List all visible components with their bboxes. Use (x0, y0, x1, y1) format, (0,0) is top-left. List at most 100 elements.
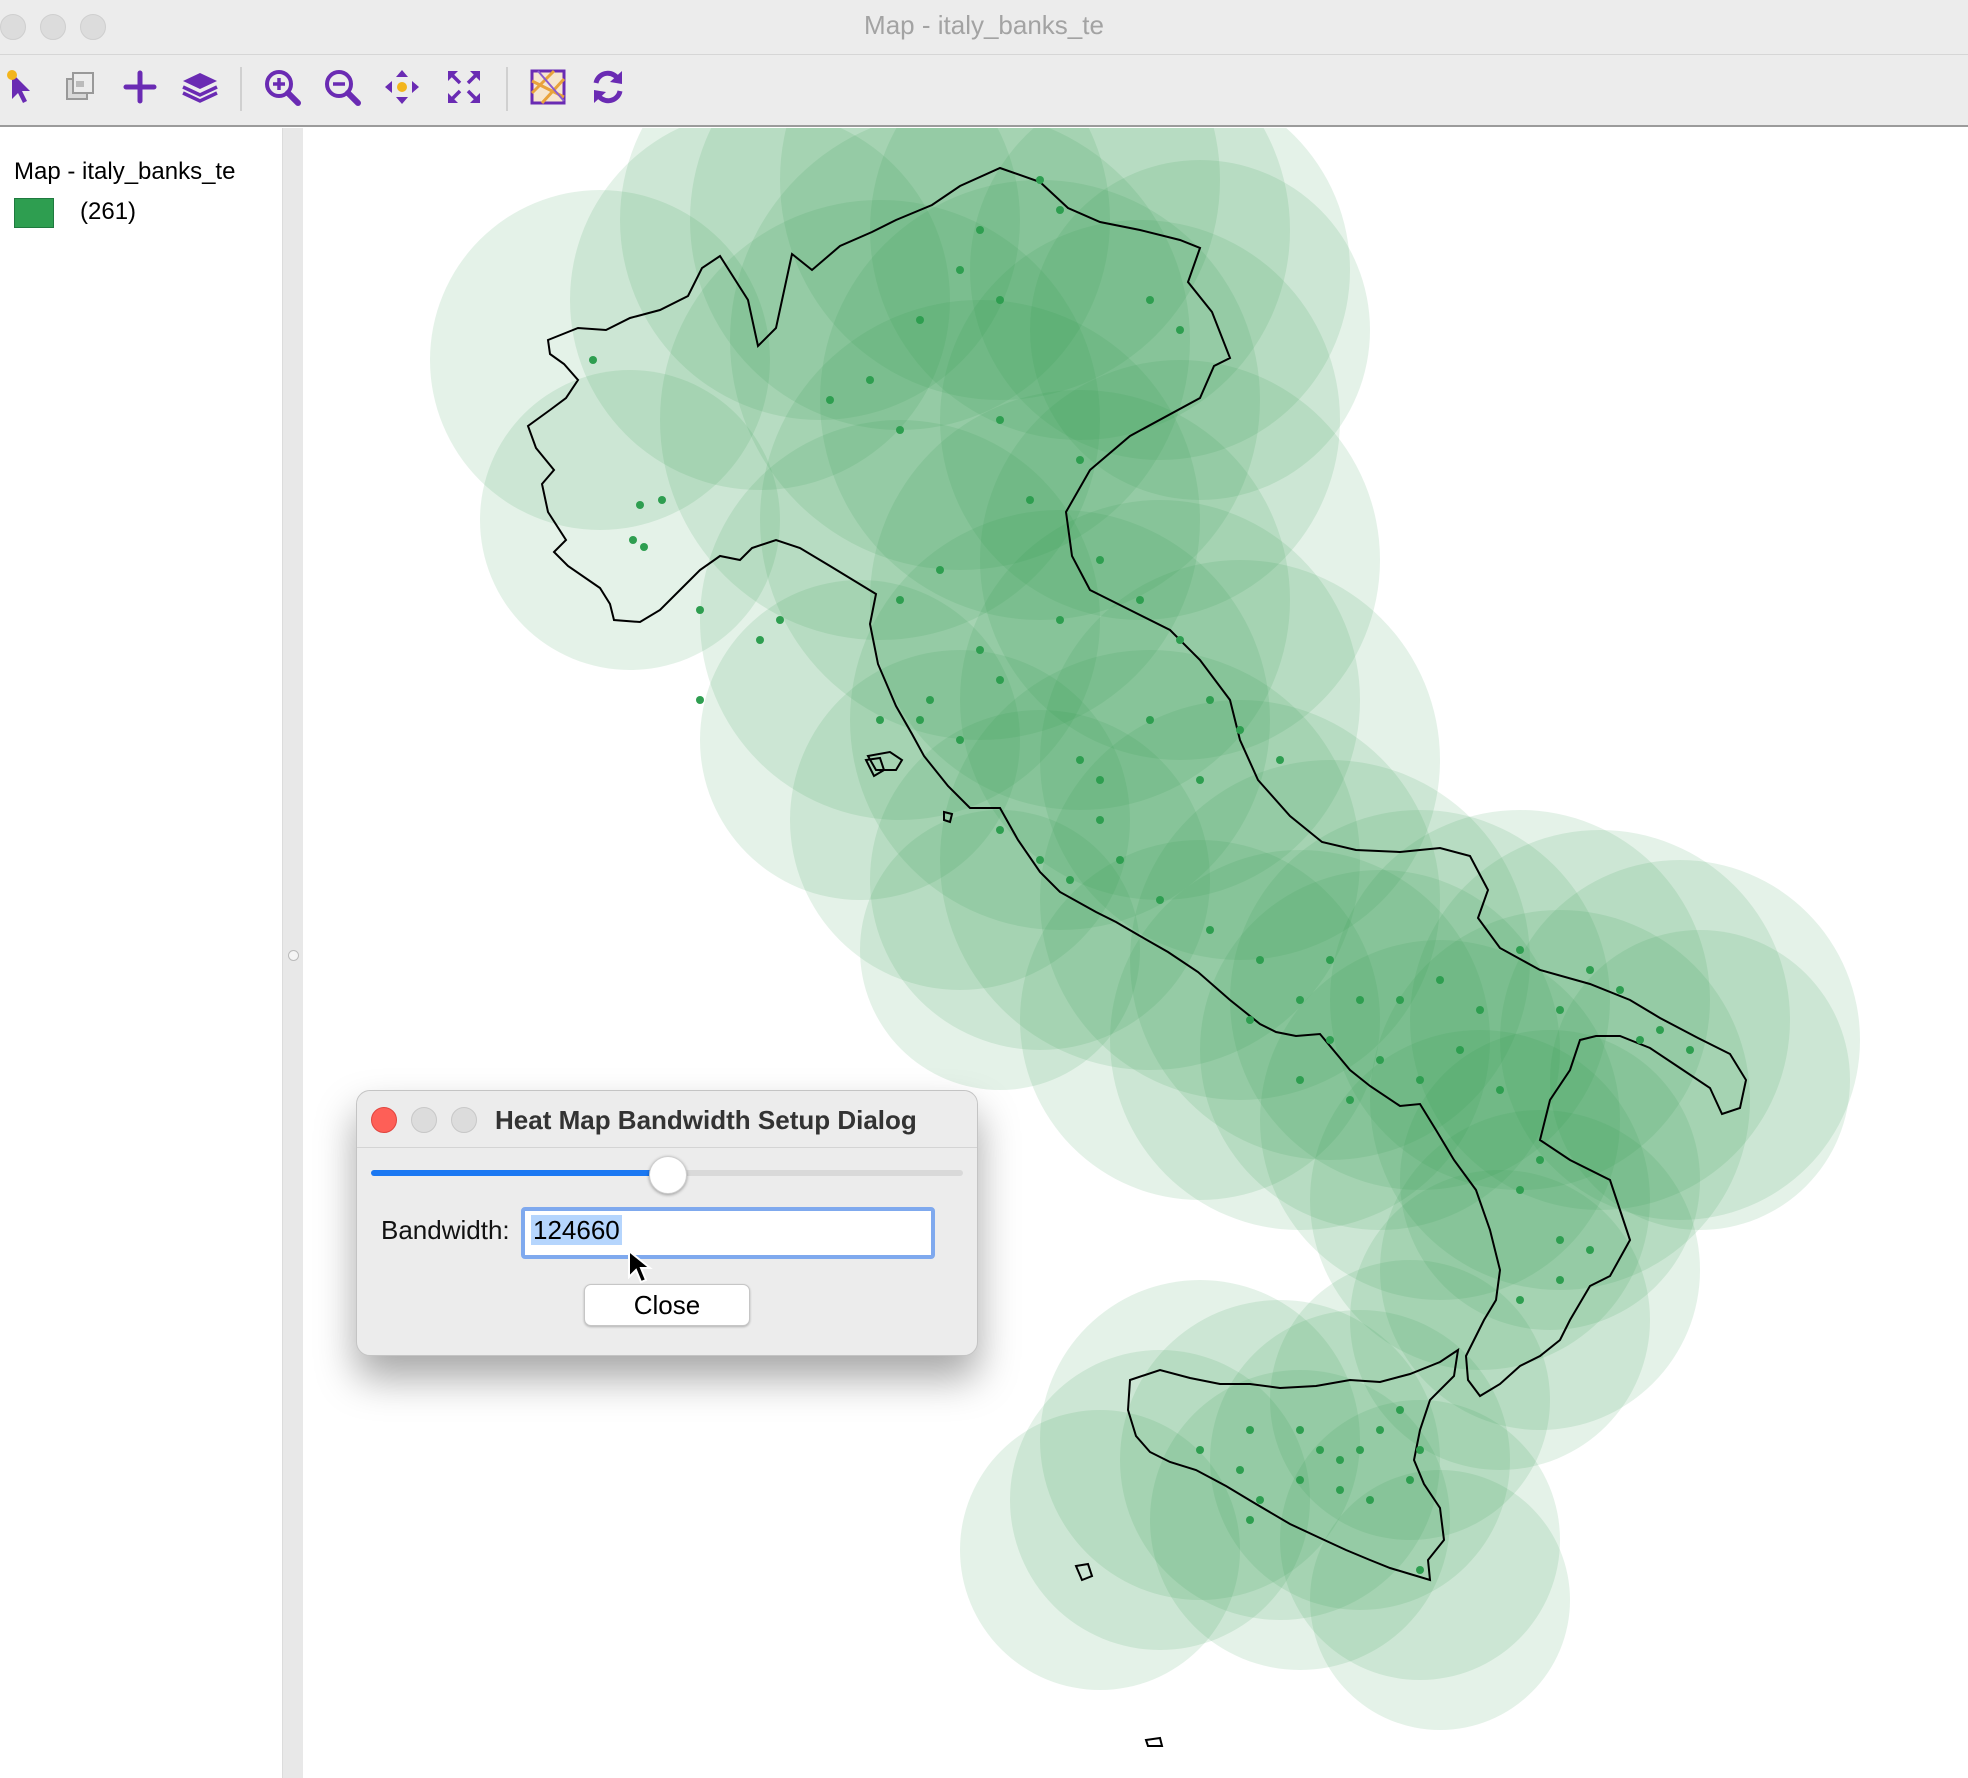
splitter-handle[interactable] (288, 950, 299, 961)
bandwidth-value: 124660 (531, 1215, 622, 1245)
basemap-button[interactable] (526, 65, 570, 109)
bank-point (1356, 996, 1364, 1004)
bank-point (1416, 1446, 1424, 1454)
copy-image-button[interactable] (58, 65, 102, 109)
bank-point (896, 426, 904, 434)
bank-point (1336, 1486, 1344, 1494)
pan-icon (385, 70, 419, 104)
bank-point (926, 696, 934, 704)
copy-image-icon (66, 72, 94, 100)
legend-pane: Map - italy_banks_te (261) (0, 128, 282, 1778)
bank-point (976, 226, 984, 234)
bank-point (589, 356, 597, 364)
bank-point (1066, 876, 1074, 884)
heat-kernel-circle (1400, 1030, 1700, 1330)
map-toolbar (0, 55, 1968, 127)
bank-point (996, 676, 1004, 684)
mouse-cursor-icon (628, 1249, 653, 1284)
map-canvas[interactable] (303, 128, 1968, 1778)
add-layer-button[interactable] (118, 65, 162, 109)
zoom-out-icon (325, 70, 361, 106)
bank-point (996, 296, 1004, 304)
bank-point (1196, 776, 1204, 784)
bank-point (1496, 1086, 1504, 1094)
bank-point (1096, 816, 1104, 824)
bank-point (1356, 1446, 1364, 1454)
bank-point (1416, 1076, 1424, 1084)
bank-point (1296, 1426, 1304, 1434)
bank-point (1326, 1036, 1334, 1044)
refresh-button[interactable] (586, 65, 630, 109)
layers-button[interactable] (178, 65, 222, 109)
bank-point (1076, 456, 1084, 464)
bank-point (1116, 856, 1124, 864)
bank-point (996, 826, 1004, 834)
legend-title: Map - italy_banks_te (14, 158, 236, 185)
bank-point (1236, 1466, 1244, 1474)
basemap-icon (530, 69, 566, 105)
dialog-close-light[interactable] (371, 1107, 397, 1133)
bank-point (1096, 776, 1104, 784)
full-extent-button[interactable] (442, 65, 486, 109)
bank-point (1276, 756, 1284, 764)
bank-point (1256, 956, 1264, 964)
legend-category-count: (261) (80, 198, 137, 225)
bank-point (866, 376, 874, 384)
window-title: Map - italy_banks_te (864, 10, 1104, 40)
bank-point (696, 696, 704, 704)
bank-point (1056, 206, 1064, 214)
bank-point (956, 736, 964, 744)
bank-point (1136, 596, 1144, 604)
dialog-zoom-light[interactable] (451, 1107, 477, 1133)
bank-point (1396, 1406, 1404, 1414)
bank-point (1586, 1246, 1594, 1254)
bandwidth-slider-thumb[interactable] (649, 1156, 687, 1194)
bank-point (1516, 1296, 1524, 1304)
layers-icon (182, 73, 218, 103)
bank-point (1256, 1496, 1264, 1504)
bank-point (1296, 996, 1304, 1004)
bank-point (1616, 986, 1624, 994)
heat-map-density-layer (430, 128, 1860, 1730)
bandwidth-input[interactable]: 124660 (521, 1207, 935, 1259)
bank-point (696, 606, 704, 614)
bank-point (1056, 616, 1064, 624)
bank-point (1456, 1046, 1464, 1054)
zoom-in-icon (265, 70, 301, 106)
heat-kernel-circle (860, 810, 1140, 1090)
zoom-out-button[interactable] (320, 65, 364, 109)
bank-point (1436, 976, 1444, 984)
bank-point (1366, 1496, 1374, 1504)
bank-point (1096, 556, 1104, 564)
bank-point (1686, 1046, 1694, 1054)
bank-point (1026, 496, 1034, 504)
bandwidth-setup-dialog: Heat Map Bandwidth Setup Dialog Bandwidt… (356, 1090, 978, 1356)
dialog-title: Heat Map Bandwidth Setup Dialog (495, 1105, 917, 1135)
bank-point (1156, 896, 1164, 904)
bank-point (1316, 1446, 1324, 1454)
bank-point (1206, 926, 1214, 934)
close-button[interactable]: Close (584, 1284, 750, 1326)
legend-color-swatch[interactable] (14, 198, 54, 228)
dialog-minimize-light[interactable] (411, 1107, 437, 1133)
bank-point (1146, 296, 1154, 304)
bank-point (1336, 1456, 1344, 1464)
select-tool-button[interactable] (0, 65, 44, 109)
heat-map (430, 128, 1860, 1747)
select-pointer-icon (7, 70, 30, 103)
full-extent-icon (448, 71, 480, 103)
bank-point (1246, 1016, 1254, 1024)
bank-point (756, 636, 764, 644)
bank-point (1556, 1236, 1564, 1244)
zoom-in-button[interactable] (260, 65, 304, 109)
bank-point (1376, 1426, 1384, 1434)
bank-point (1236, 726, 1244, 734)
bandwidth-slider-fill (371, 1170, 667, 1176)
bank-point (1346, 1096, 1354, 1104)
bank-point (1416, 1566, 1424, 1574)
pan-button[interactable] (380, 65, 424, 109)
pane-splitter[interactable] (282, 128, 304, 1778)
bank-point (640, 543, 648, 551)
refresh-icon (593, 70, 623, 104)
bank-point (976, 646, 984, 654)
